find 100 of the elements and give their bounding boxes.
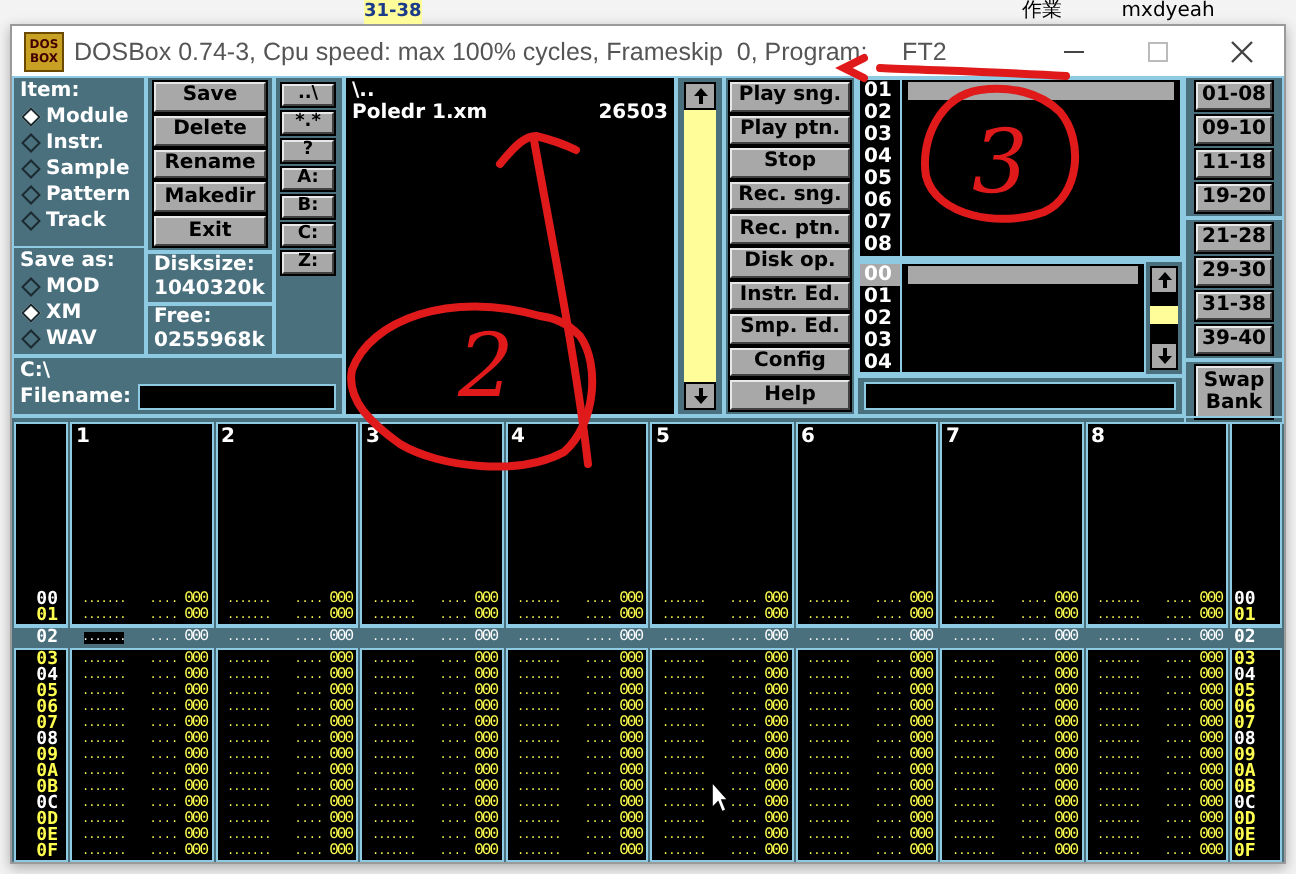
effect-cell[interactable]: 000 bbox=[184, 732, 207, 748]
effect-cell[interactable]: 000 bbox=[1054, 684, 1077, 700]
effect-cell[interactable]: 000 bbox=[1054, 608, 1077, 624]
effect-cell[interactable]: 000 bbox=[474, 592, 497, 608]
effect-cell[interactable]: 000 bbox=[764, 844, 787, 860]
effect-cell[interactable]: 000 bbox=[329, 630, 352, 646]
effect-cell[interactable]: 000 bbox=[474, 700, 497, 716]
effect-cell[interactable]: 000 bbox=[764, 716, 787, 732]
effect-cell[interactable]: 000 bbox=[619, 780, 642, 796]
effect-cell[interactable]: 000 bbox=[1199, 668, 1222, 684]
effect-cell[interactable]: 000 bbox=[474, 732, 497, 748]
effect-cell[interactable]: 000 bbox=[619, 700, 642, 716]
effect-cell[interactable]: 000 bbox=[619, 668, 642, 684]
effect-cell[interactable]: 000 bbox=[474, 630, 497, 646]
effect-cell[interactable]: 000 bbox=[474, 684, 497, 700]
filename-field[interactable] bbox=[137, 384, 336, 410]
effect-cell[interactable]: 000 bbox=[1199, 652, 1222, 668]
effect-cell[interactable]: 000 bbox=[184, 652, 207, 668]
effect-cell[interactable]: 000 bbox=[1199, 700, 1222, 716]
button[interactable]: Play ptn. bbox=[730, 115, 850, 145]
effect-cell[interactable]: 000 bbox=[909, 700, 932, 716]
effect-cell[interactable]: 000 bbox=[329, 668, 352, 684]
effect-cell[interactable]: 000 bbox=[909, 764, 932, 780]
drive-button[interactable]: ? bbox=[282, 140, 334, 162]
effect-cell[interactable]: 000 bbox=[184, 608, 207, 624]
effect-cell[interactable]: 000 bbox=[184, 630, 207, 646]
effect-cell[interactable]: 000 bbox=[184, 748, 207, 764]
effect-cell[interactable]: 000 bbox=[184, 780, 207, 796]
button[interactable]: Instr. Ed. bbox=[730, 281, 850, 311]
effect-cell[interactable]: 000 bbox=[1054, 828, 1077, 844]
effect-cell[interactable]: 000 bbox=[184, 592, 207, 608]
drive-button[interactable]: ..\ bbox=[282, 84, 334, 106]
effect-cell[interactable]: 000 bbox=[1199, 684, 1222, 700]
effect-cell[interactable]: 000 bbox=[764, 780, 787, 796]
button[interactable]: Rec. sng. bbox=[730, 181, 850, 211]
radio-option[interactable]: Instr. bbox=[20, 130, 138, 156]
effect-cell[interactable]: 000 bbox=[1199, 592, 1222, 608]
button[interactable]: Smp. Ed. bbox=[730, 314, 850, 344]
effect-cell[interactable]: 000 bbox=[474, 716, 497, 732]
effect-cell[interactable]: 000 bbox=[1199, 630, 1222, 646]
effect-cell[interactable]: 000 bbox=[619, 812, 642, 828]
effect-cell[interactable]: 000 bbox=[184, 812, 207, 828]
scrollbar-thumb[interactable] bbox=[684, 110, 716, 382]
effect-cell[interactable]: 000 bbox=[329, 716, 352, 732]
sample-slot[interactable]: 02 bbox=[860, 308, 1144, 330]
button[interactable]: Makedir bbox=[154, 182, 266, 213]
effect-cell[interactable]: 000 bbox=[764, 700, 787, 716]
effect-cell[interactable]: 000 bbox=[764, 796, 787, 812]
effect-cell[interactable]: 000 bbox=[764, 592, 787, 608]
effect-cell[interactable]: 000 bbox=[329, 812, 352, 828]
effect-cell[interactable]: 000 bbox=[329, 748, 352, 764]
effect-cell[interactable]: 000 bbox=[1054, 630, 1077, 646]
effect-cell[interactable]: 000 bbox=[1054, 732, 1077, 748]
button[interactable]: Stop bbox=[730, 148, 850, 178]
effect-cell[interactable]: 000 bbox=[909, 828, 932, 844]
drive-button[interactable]: C: bbox=[282, 224, 334, 246]
radio-option[interactable]: MOD bbox=[20, 274, 138, 300]
effect-cell[interactable]: 000 bbox=[184, 700, 207, 716]
effect-cell[interactable]: 000 bbox=[764, 828, 787, 844]
effect-cell[interactable]: 000 bbox=[1199, 812, 1222, 828]
effect-cell[interactable]: 000 bbox=[619, 630, 642, 646]
effect-cell[interactable]: 000 bbox=[619, 732, 642, 748]
effect-cell[interactable]: 000 bbox=[1199, 716, 1222, 732]
bank-button[interactable]: 09-10 bbox=[1196, 116, 1272, 144]
effect-cell[interactable]: 000 bbox=[329, 796, 352, 812]
effect-cell[interactable]: 000 bbox=[1199, 780, 1222, 796]
effect-cell[interactable]: 000 bbox=[1054, 592, 1077, 608]
effect-cell[interactable]: 000 bbox=[1199, 748, 1222, 764]
button[interactable]: Exit bbox=[154, 216, 266, 246]
effect-cell[interactable]: 000 bbox=[184, 828, 207, 844]
bank-button[interactable]: 29-30 bbox=[1196, 258, 1272, 286]
effect-cell[interactable]: 000 bbox=[619, 608, 642, 624]
effect-cell[interactable]: 000 bbox=[474, 764, 497, 780]
bank-button[interactable]: 11-18 bbox=[1196, 150, 1272, 178]
effect-cell[interactable]: 000 bbox=[1199, 732, 1222, 748]
effect-cell[interactable]: 000 bbox=[1054, 764, 1077, 780]
instrument-slot[interactable]: 08 bbox=[860, 234, 1180, 256]
radio-option[interactable]: Sample bbox=[20, 156, 138, 182]
effect-cell[interactable]: 000 bbox=[184, 668, 207, 684]
button[interactable]: Delete bbox=[154, 115, 266, 146]
bank-button[interactable]: 39-40 bbox=[1196, 326, 1272, 354]
effect-cell[interactable]: 000 bbox=[619, 716, 642, 732]
effect-cell[interactable]: 000 bbox=[329, 764, 352, 780]
effect-cell[interactable]: 000 bbox=[619, 796, 642, 812]
drive-button[interactable]: A: bbox=[282, 168, 334, 190]
swap-bank-button[interactable]: Swap Bank bbox=[1196, 366, 1272, 418]
effect-cell[interactable]: 000 bbox=[1054, 668, 1077, 684]
effect-cell[interactable]: 000 bbox=[329, 608, 352, 624]
effect-cell[interactable]: 000 bbox=[764, 668, 787, 684]
file-name[interactable]: \.. bbox=[352, 80, 375, 102]
drive-button[interactable]: *.* bbox=[282, 112, 334, 134]
effect-cell[interactable]: 000 bbox=[329, 684, 352, 700]
sample-slot[interactable]: 03 bbox=[860, 330, 1144, 352]
effect-cell[interactable]: 000 bbox=[1199, 764, 1222, 780]
scroll-up-button[interactable] bbox=[684, 82, 716, 110]
effect-cell[interactable]: 000 bbox=[474, 652, 497, 668]
drive-button[interactable]: B: bbox=[282, 196, 334, 218]
effect-cell[interactable]: 000 bbox=[909, 630, 932, 646]
effect-cell[interactable]: 000 bbox=[1054, 796, 1077, 812]
sample-slot[interactable]: 04 bbox=[860, 352, 1144, 374]
